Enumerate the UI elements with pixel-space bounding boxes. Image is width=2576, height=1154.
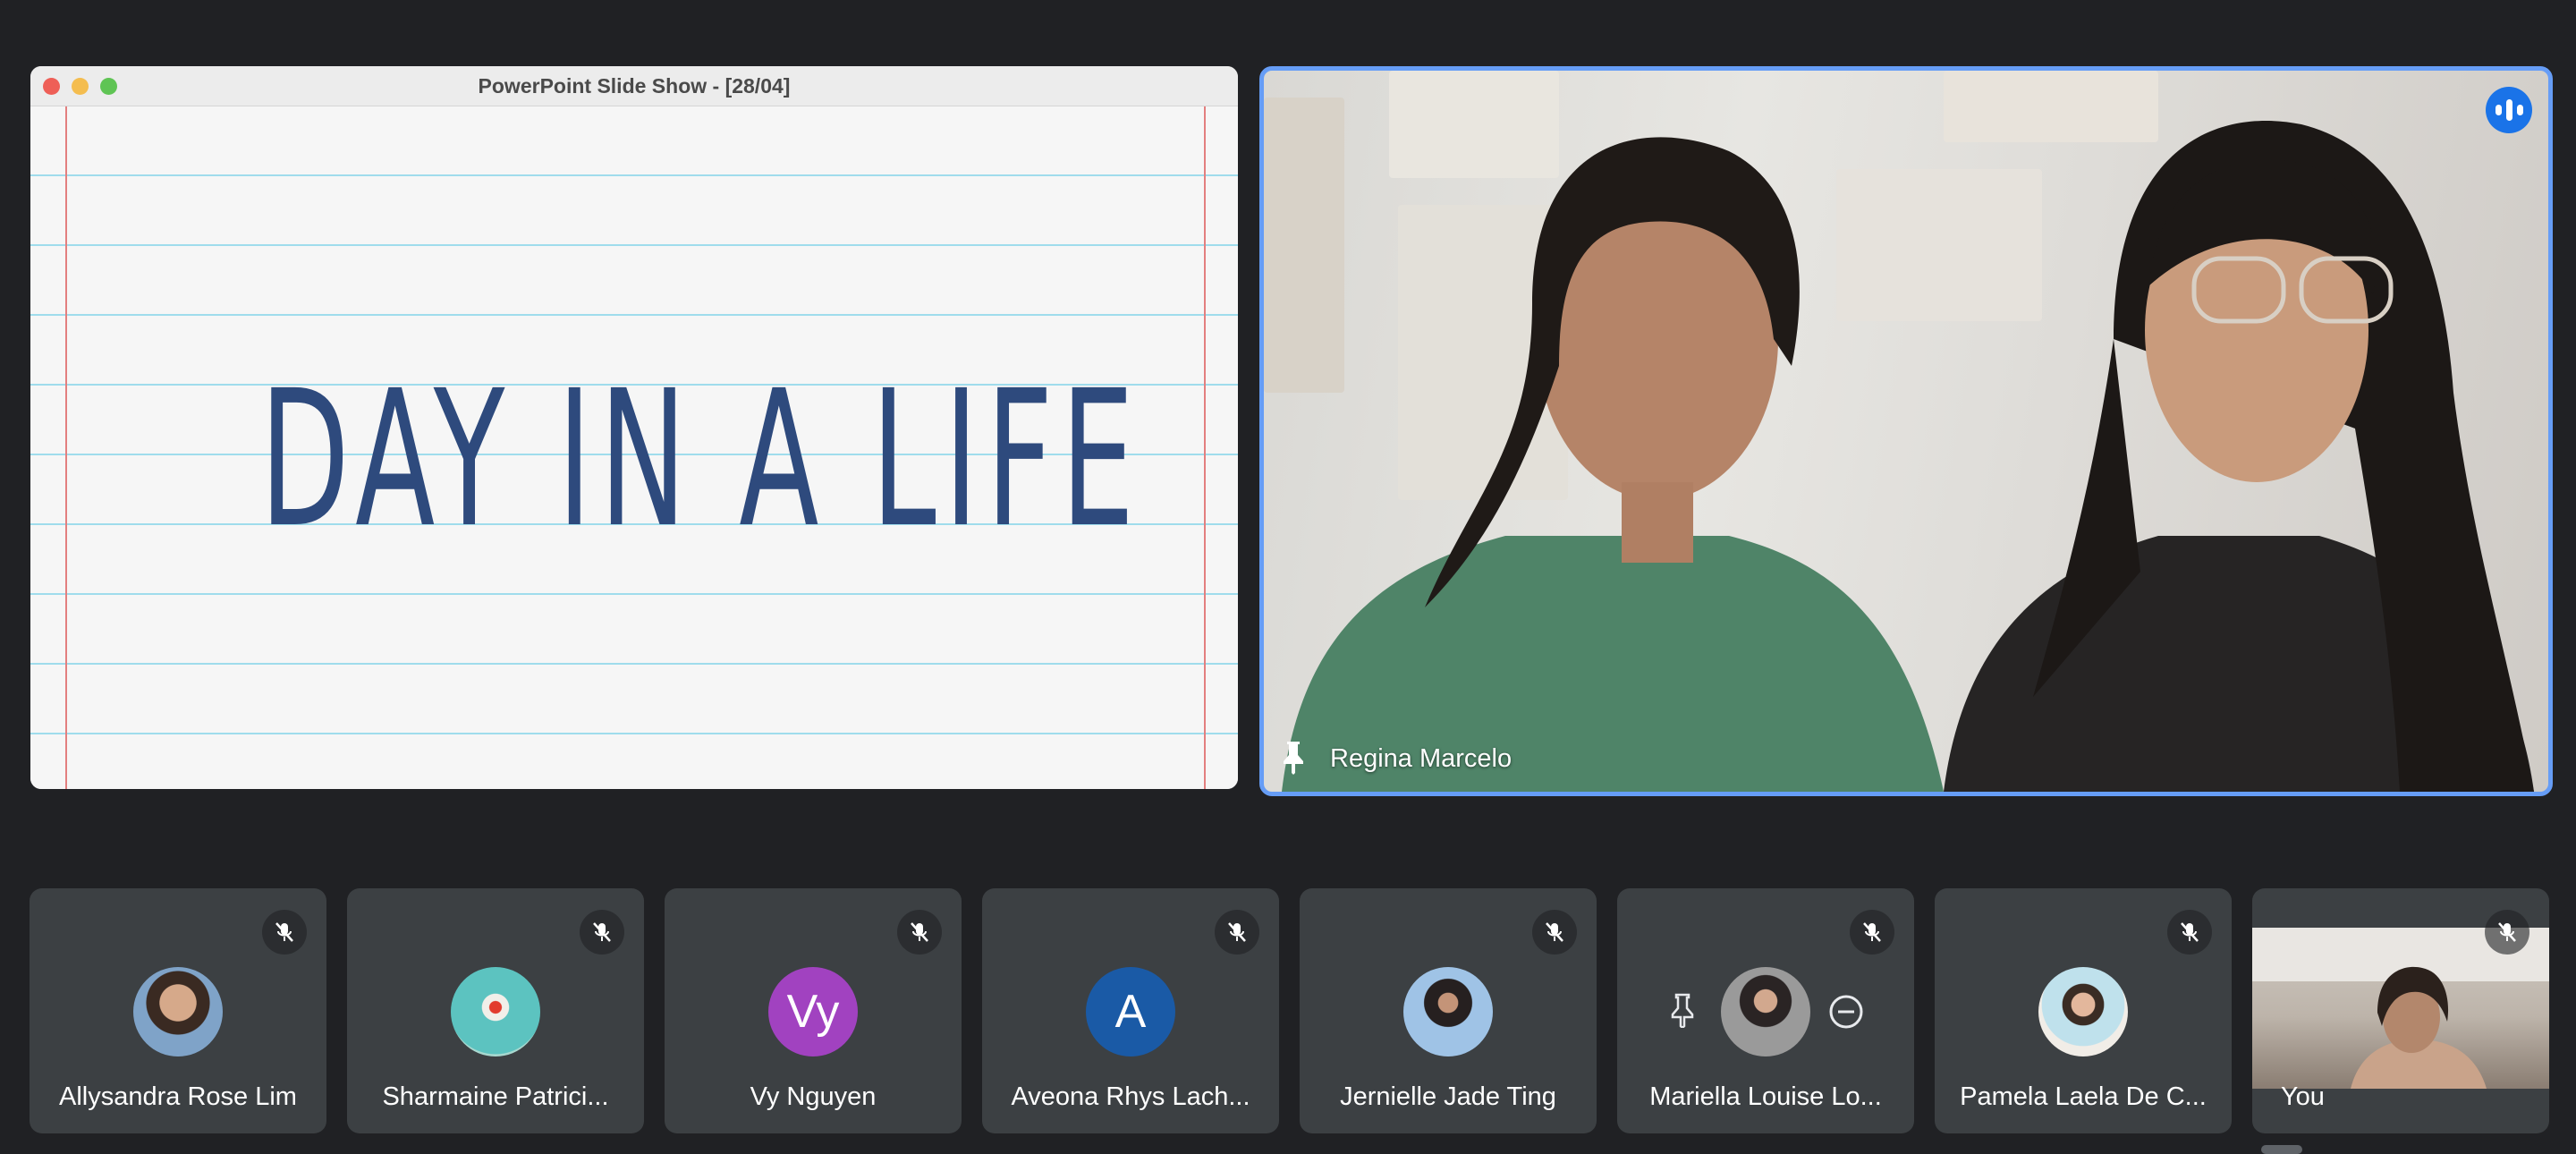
mic-off-icon [1850,910,1894,955]
participant-name: Aveona Rhys Lach... [1011,1082,1250,1111]
speaking-indicator-icon [2486,87,2532,133]
mic-off-icon [2485,910,2529,955]
mic-off-icon [1532,910,1577,955]
avatar [133,967,223,1056]
speaker-name-row: Regina Marcelo [1280,739,1512,779]
slide-margin-line [65,106,67,789]
participant-tile[interactable]: Pamela Laela De C... [1935,888,2232,1133]
presentation-titlebar[interactable]: PowerPoint Slide Show - [28/04] [30,66,1238,106]
remove-icon[interactable] [1828,994,1864,1034]
slide-title: DAY IN A LIFE [259,350,1142,569]
participant-tile[interactable]: Vy Vy Nguyen [665,888,962,1133]
participant-name: You [2281,1082,2325,1111]
presentation-window-title: PowerPoint Slide Show - [28/04] [478,73,791,98]
pin-icon[interactable] [1669,992,1696,1032]
window-controls [43,78,117,95]
presentation-window[interactable]: PowerPoint Slide Show - [28/04] DAY IN A… [30,66,1238,789]
participant-video-feed [1282,120,2534,792]
participant-name: Mariella Louise Lo... [1649,1082,1882,1111]
minimize-window-button[interactable] [72,78,89,95]
participant-tile-self[interactable]: You [2252,888,2549,1133]
maximize-window-button[interactable] [100,78,117,95]
close-window-button[interactable] [43,78,60,95]
participant-tile[interactable]: A Aveona Rhys Lach... [982,888,1279,1133]
participant-tile[interactable]: Allysandra Rose Lim [30,888,326,1133]
avatar [1721,967,1810,1056]
participant-name: Allysandra Rose Lim [59,1082,297,1111]
avatar [2038,967,2128,1056]
pin-icon[interactable] [1280,739,1307,779]
strip-scroll-indicator[interactable] [2261,1145,2302,1154]
participant-tile[interactable]: Jernielle Jade Ting [1300,888,1597,1133]
mic-off-icon [262,910,307,955]
avatar [451,967,540,1056]
presentation-slide: DAY IN A LIFE [30,106,1238,789]
mic-off-icon [897,910,942,955]
participant-name: Vy Nguyen [750,1082,877,1111]
speaker-name: Regina Marcelo [1330,744,1513,773]
mic-off-icon [2167,910,2212,955]
participant-tile[interactable]: Mariella Louise Lo... [1617,888,1914,1133]
participant-name: Jernielle Jade Ting [1340,1082,1556,1111]
avatar-initials: Vy [768,967,858,1056]
main-speaker-tile[interactable]: Regina Marcelo [1259,66,2553,796]
mic-off-icon [1215,910,1259,955]
slide-margin-line [1204,106,1206,789]
participant-name: Pamela Laela De C... [1960,1082,2207,1111]
avatar [1403,967,1493,1056]
participant-tile[interactable]: Sharmaine Patrici... [347,888,644,1133]
participant-name: Sharmaine Patrici... [382,1082,609,1111]
avatar-initials: A [1086,967,1175,1056]
mic-off-icon [580,910,624,955]
